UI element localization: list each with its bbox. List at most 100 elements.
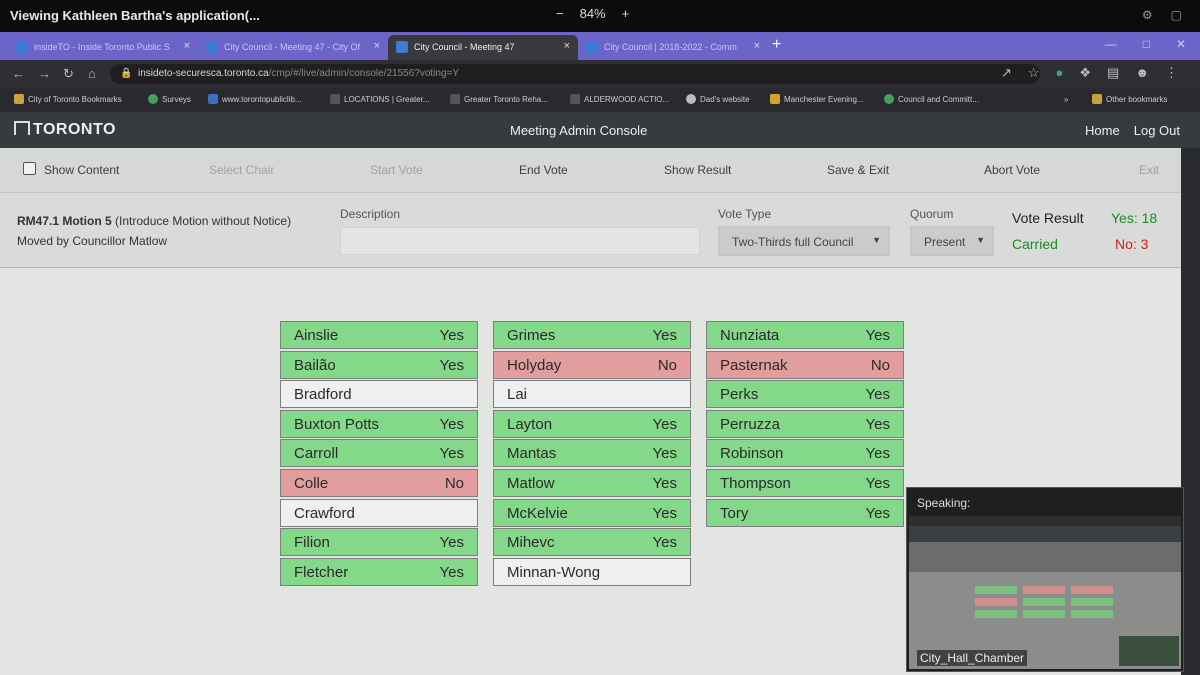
bookmark-label: City of Toronto Bookmarks — [28, 95, 122, 104]
councillor-row[interactable]: McKelvie Yes — [493, 498, 691, 527]
councillor-name: Lai — [507, 386, 528, 404]
show-content-label[interactable]: Show Content — [44, 163, 119, 177]
bookmark-label: www.torontopubliclib... — [222, 95, 302, 104]
bookmark-icon — [884, 94, 894, 104]
councillor-row[interactable]: Carroll Yes — [280, 439, 478, 468]
councillor-row[interactable]: Holyday No — [493, 350, 691, 379]
description-field[interactable] — [340, 227, 700, 255]
share-icon[interactable]: ↗ — [1001, 65, 1012, 81]
logout-link[interactable]: Log Out — [1134, 123, 1180, 138]
councillor-row[interactable]: Mantas Yes — [493, 439, 691, 468]
back-icon[interactable]: ← — [12, 66, 25, 81]
tab-close-icon[interactable]: × — [184, 40, 190, 52]
councillor-row[interactable]: Ainslie Yes — [280, 321, 478, 349]
menu-icon[interactable]: ⋮ — [1165, 65, 1178, 81]
bookmark[interactable]: Surveys — [148, 94, 191, 104]
toronto-logo[interactable]: TORONTO — [14, 121, 116, 139]
zoom-in-button[interactable]: + — [622, 6, 630, 21]
minimize-icon[interactable]: — — [1105, 37, 1117, 51]
councillor-row[interactable]: Colle No — [280, 468, 478, 497]
url-input[interactable]: 🔒 insideto-securesca.toronto.ca/cmp/#/li… — [110, 64, 1040, 84]
reload-icon[interactable]: ↻ — [63, 66, 74, 82]
profile-icon[interactable]: ☻ — [1135, 65, 1149, 81]
councillor-name: Fletcher — [294, 563, 349, 581]
exit-button[interactable]: Exit — [1139, 163, 1159, 177]
star-icon[interactable]: ☆ — [1028, 65, 1040, 81]
other-bookmarks[interactable]: Other bookmarks — [1092, 94, 1167, 104]
video-shape — [1119, 636, 1179, 666]
quorum-select[interactable]: Present ▼ — [910, 226, 994, 256]
councillor-row[interactable]: Filion Yes — [280, 528, 478, 557]
tab-label: City Council | 2018-2022 - Comm — [604, 42, 737, 52]
new-tab-button[interactable]: + — [772, 36, 781, 54]
video-shape — [1071, 610, 1113, 618]
councillor-row[interactable]: Tory Yes — [706, 498, 904, 527]
tab-close-icon[interactable]: × — [564, 40, 570, 52]
result-status: Carried — [1012, 236, 1058, 252]
home-link[interactable]: Home — [1085, 123, 1120, 138]
councillor-row[interactable]: Perks Yes — [706, 380, 904, 409]
bookmark[interactable]: ALDERWOOD ACTIO... — [570, 94, 669, 104]
tab-close-icon[interactable]: × — [374, 40, 380, 52]
maximize-icon[interactable]: □ — [1143, 37, 1150, 51]
vote-type-label: Vote Type — [718, 207, 772, 221]
bookmarks-overflow[interactable]: » — [1064, 95, 1068, 104]
councillor-name: Nunziata — [720, 327, 780, 344]
councillor-row[interactable]: Bailão Yes — [280, 350, 478, 379]
bookmark[interactable]: www.torontopubliclib... — [208, 94, 302, 104]
settings-icon[interactable]: ⚙ — [1142, 8, 1153, 22]
bookmark[interactable]: Manchester Evening... — [770, 94, 864, 104]
bookmark-label: Manchester Evening... — [784, 95, 864, 104]
bookmark-icon — [148, 94, 158, 104]
browser-tab[interactable]: City Council | 2018-2022 - Comm × — [578, 35, 768, 60]
puzzle-icon[interactable]: ❖ — [1079, 65, 1091, 81]
vote-type-select[interactable]: Two-Thirds full Council ▼ — [718, 226, 890, 256]
select-chair-button[interactable]: Select Chair — [209, 163, 274, 177]
councillor-row[interactable]: Layton Yes — [493, 409, 691, 438]
forward-icon[interactable]: → — [38, 66, 51, 81]
show-content-checkbox[interactable] — [23, 162, 36, 175]
zoom-out-button[interactable]: − — [556, 6, 564, 21]
speaker-video[interactable] — [909, 516, 1181, 669]
console-toolbar: Show Content Select Chair Start Vote End… — [0, 148, 1181, 192]
close-window-icon[interactable]: ✕ — [1176, 37, 1186, 51]
tab-close-icon[interactable]: × — [754, 40, 760, 52]
start-vote-button[interactable]: Start Vote — [370, 163, 423, 177]
councillor-row[interactable]: Matlow Yes — [493, 468, 691, 497]
councillor-row[interactable]: Pasternak No — [706, 350, 904, 379]
councillor-row[interactable]: Thompson Yes — [706, 468, 904, 497]
councillor-vote: No — [657, 356, 677, 374]
browser-tab[interactable]: City Council - Meeting 47 - City Of × — [198, 35, 388, 60]
councillor-row[interactable]: Fletcher Yes — [280, 557, 478, 586]
councillor-row[interactable]: Mihevc Yes — [493, 528, 691, 557]
save-exit-button[interactable]: Save & Exit — [827, 163, 889, 177]
abort-vote-button[interactable]: Abort Vote — [984, 163, 1040, 177]
bookmark[interactable]: Greater Toronto Reha... — [450, 94, 548, 104]
bookmark[interactable]: Council and Committ... — [884, 94, 979, 104]
show-result-button[interactable]: Show Result — [664, 163, 731, 177]
motion-detail: (Introduce Motion without Notice) — [111, 214, 292, 228]
viewer-title: Viewing Kathleen Bartha's application(..… — [10, 8, 260, 23]
extension-icon[interactable]: ● — [1056, 65, 1064, 81]
end-vote-button[interactable]: End Vote — [519, 163, 568, 177]
side-panel-icon[interactable]: ▤ — [1107, 65, 1119, 81]
councillor-row[interactable]: Bradford — [280, 380, 478, 409]
yes-count: Yes: 18 — [1111, 210, 1158, 226]
councillor-row[interactable]: Grimes Yes — [493, 321, 691, 349]
browser-tab-active[interactable]: City Council - Meeting 47 × — [388, 35, 578, 60]
councillor-row[interactable]: Robinson Yes — [706, 439, 904, 468]
councillor-row[interactable]: Buxton Potts Yes — [280, 409, 478, 438]
councillor-row[interactable]: Lai — [493, 380, 691, 409]
bookmark[interactable]: LOCATIONS | Greater... — [330, 94, 430, 104]
councillor-row[interactable]: Minnan-Wong — [493, 557, 691, 586]
councillor-row[interactable]: Perruzza Yes — [706, 409, 904, 438]
motion-item: RM47.1 Motion 5 — [17, 214, 112, 228]
fullscreen-icon[interactable]: ▢ — [1171, 8, 1182, 22]
bookmark[interactable]: City of Toronto Bookmarks — [14, 94, 122, 104]
councillor-row[interactable]: Nunziata Yes — [706, 321, 904, 349]
home-icon[interactable]: ⌂ — [88, 66, 96, 81]
councillor-row[interactable]: Crawford — [280, 498, 478, 527]
video-shape — [1071, 586, 1113, 594]
bookmark[interactable]: Dad's website — [686, 94, 750, 104]
browser-tab[interactable]: insideTO - Inside Toronto Public S × — [8, 35, 198, 60]
